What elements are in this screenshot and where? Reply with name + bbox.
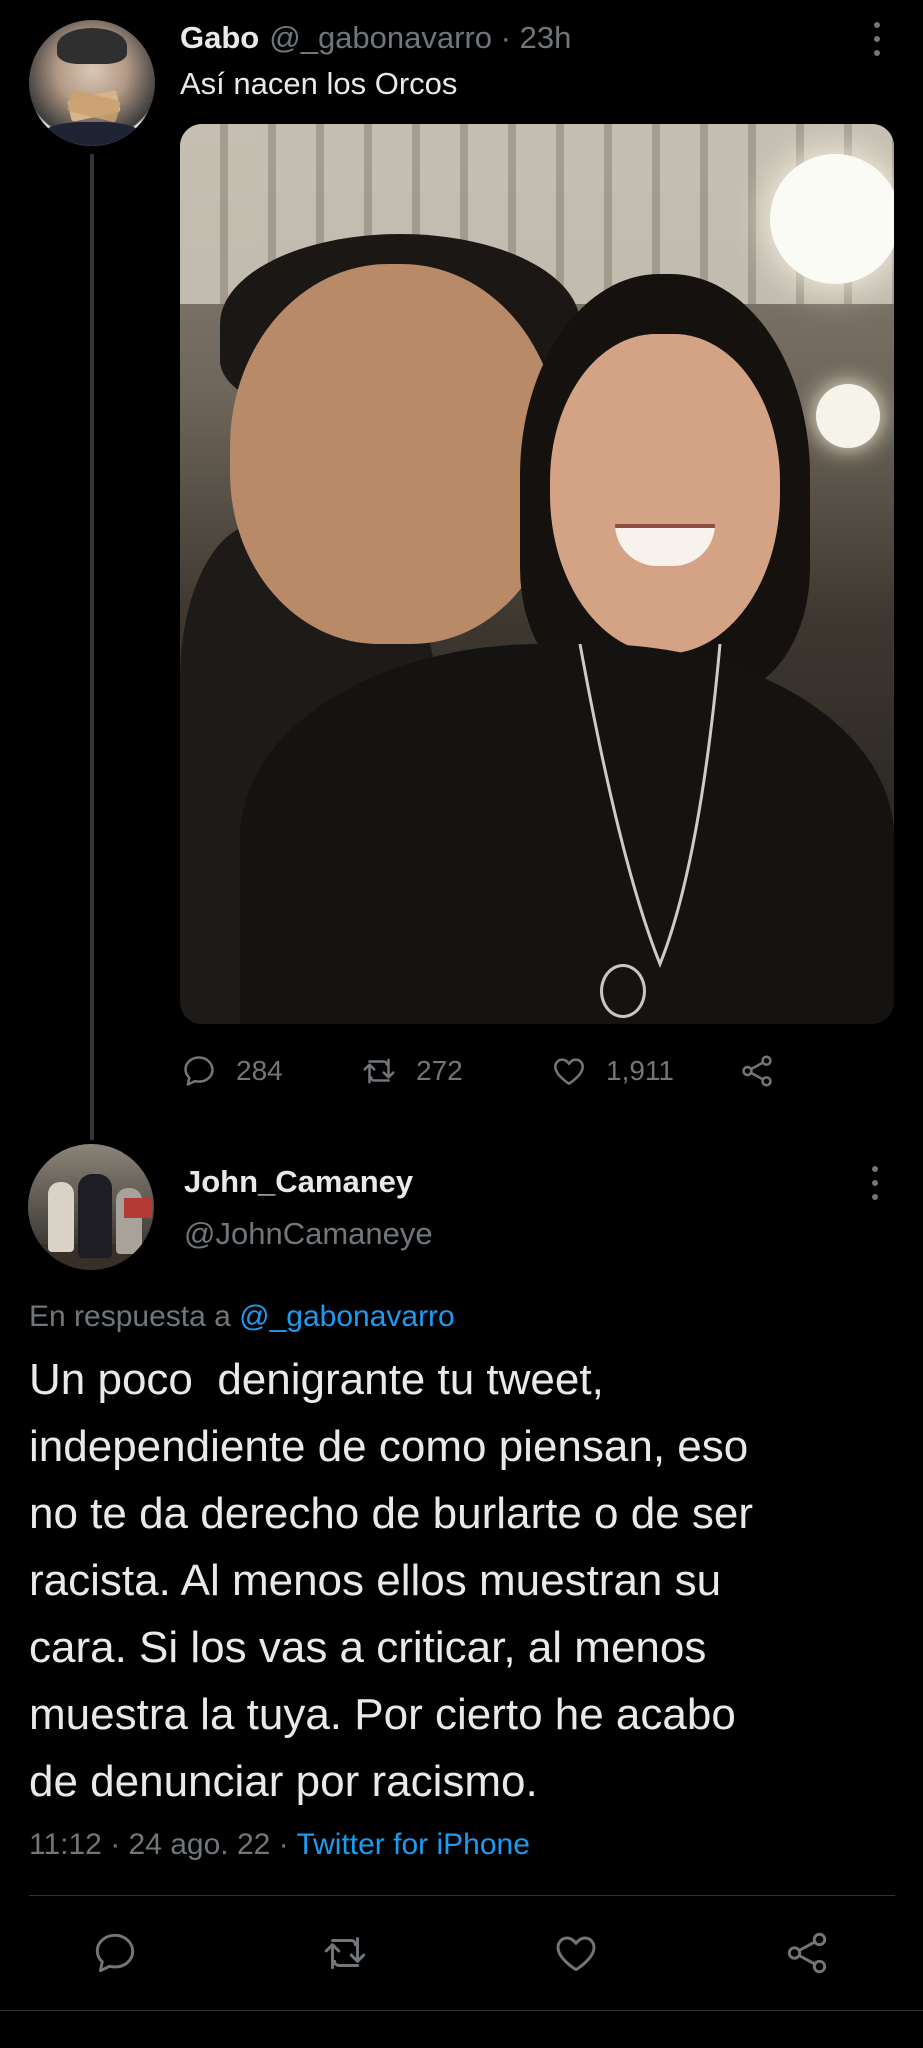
avatar-red-shape <box>124 1198 152 1218</box>
reply-author-handle[interactable]: @JohnCamaneye <box>184 1216 433 1252</box>
tweet-actions-bar: 284 272 1,911 <box>180 1046 800 1096</box>
in-reply-to: En respuesta a @_gabonavarro <box>29 1300 455 1334</box>
tweet-author-handle[interactable]: @_gabonavarro · 23h <box>269 20 571 56</box>
avatar-hair <box>57 28 127 64</box>
photo-man-face <box>230 264 560 644</box>
reply-source[interactable]: Twitter for iPhone <box>296 1828 529 1861</box>
share-button[interactable] <box>738 1046 794 1096</box>
thread-connector-line <box>90 154 94 1140</box>
reply-share-button[interactable] <box>782 1928 832 1978</box>
heart-icon <box>556 1936 596 1972</box>
bottom-divider <box>0 2010 923 2011</box>
reply-like-button[interactable] <box>551 1928 601 1978</box>
avatar-person <box>48 1182 74 1252</box>
reply-date[interactable]: 24 ago. 22 <box>129 1828 271 1861</box>
avatar-shirt <box>39 122 145 146</box>
in-reply-to-mention[interactable]: @_gabonavarro <box>239 1300 455 1333</box>
heart-icon <box>554 1058 584 1085</box>
tweet-header: Gabo @_gabonavarro · 23h <box>180 20 571 62</box>
reply-retweet-button[interactable] <box>320 1928 370 1978</box>
photo-lamp <box>770 154 894 284</box>
reply-bubble-icon <box>95 1933 135 1973</box>
like-count: 1,911 <box>606 1055 674 1086</box>
reply-reply-button[interactable] <box>90 1928 140 1978</box>
reply-time[interactable]: 11:12 <box>29 1828 102 1861</box>
tweet-author-avatar[interactable] <box>29 20 155 146</box>
photo-pendant <box>600 964 646 1018</box>
tweet-text: Así nacen los Orcos <box>180 66 458 101</box>
photo-necklace <box>578 644 722 969</box>
reply-metadata: 11:12 · 24 ago. 22 · Twitter for iPhone <box>29 1828 530 1861</box>
retweet-icon <box>324 1936 366 1970</box>
photo-woman-face <box>550 334 780 654</box>
like-button[interactable]: 1,911 <box>550 1046 674 1096</box>
tweet-more-icon[interactable] <box>872 22 882 56</box>
retweet-icon <box>363 1058 395 1084</box>
reply-author-name[interactable]: John_Camaney <box>184 1164 413 1200</box>
tweet-author-name[interactable]: Gabo <box>180 20 259 56</box>
reply-text: Un poco denigrante tu tweet, independien… <box>29 1355 754 1806</box>
divider <box>29 1895 895 1896</box>
retweet-button[interactable]: 272 <box>360 1046 463 1096</box>
avatar-person <box>78 1174 112 1258</box>
photo-lamp-small <box>816 384 880 448</box>
retweet-count: 272 <box>416 1055 463 1086</box>
share-icon <box>787 1932 827 1974</box>
reply-more-icon[interactable] <box>870 1166 880 1200</box>
share-icon <box>742 1055 772 1087</box>
in-reply-to-label: En respuesta a <box>29 1300 231 1333</box>
reply-bubble-icon <box>184 1056 214 1086</box>
reply-author-avatar[interactable] <box>28 1144 154 1270</box>
tweet-time[interactable]: 23h <box>520 20 572 55</box>
tweet-photo[interactable] <box>180 124 894 1024</box>
reply-count: 284 <box>236 1055 283 1086</box>
reply-button[interactable]: 284 <box>180 1046 283 1096</box>
